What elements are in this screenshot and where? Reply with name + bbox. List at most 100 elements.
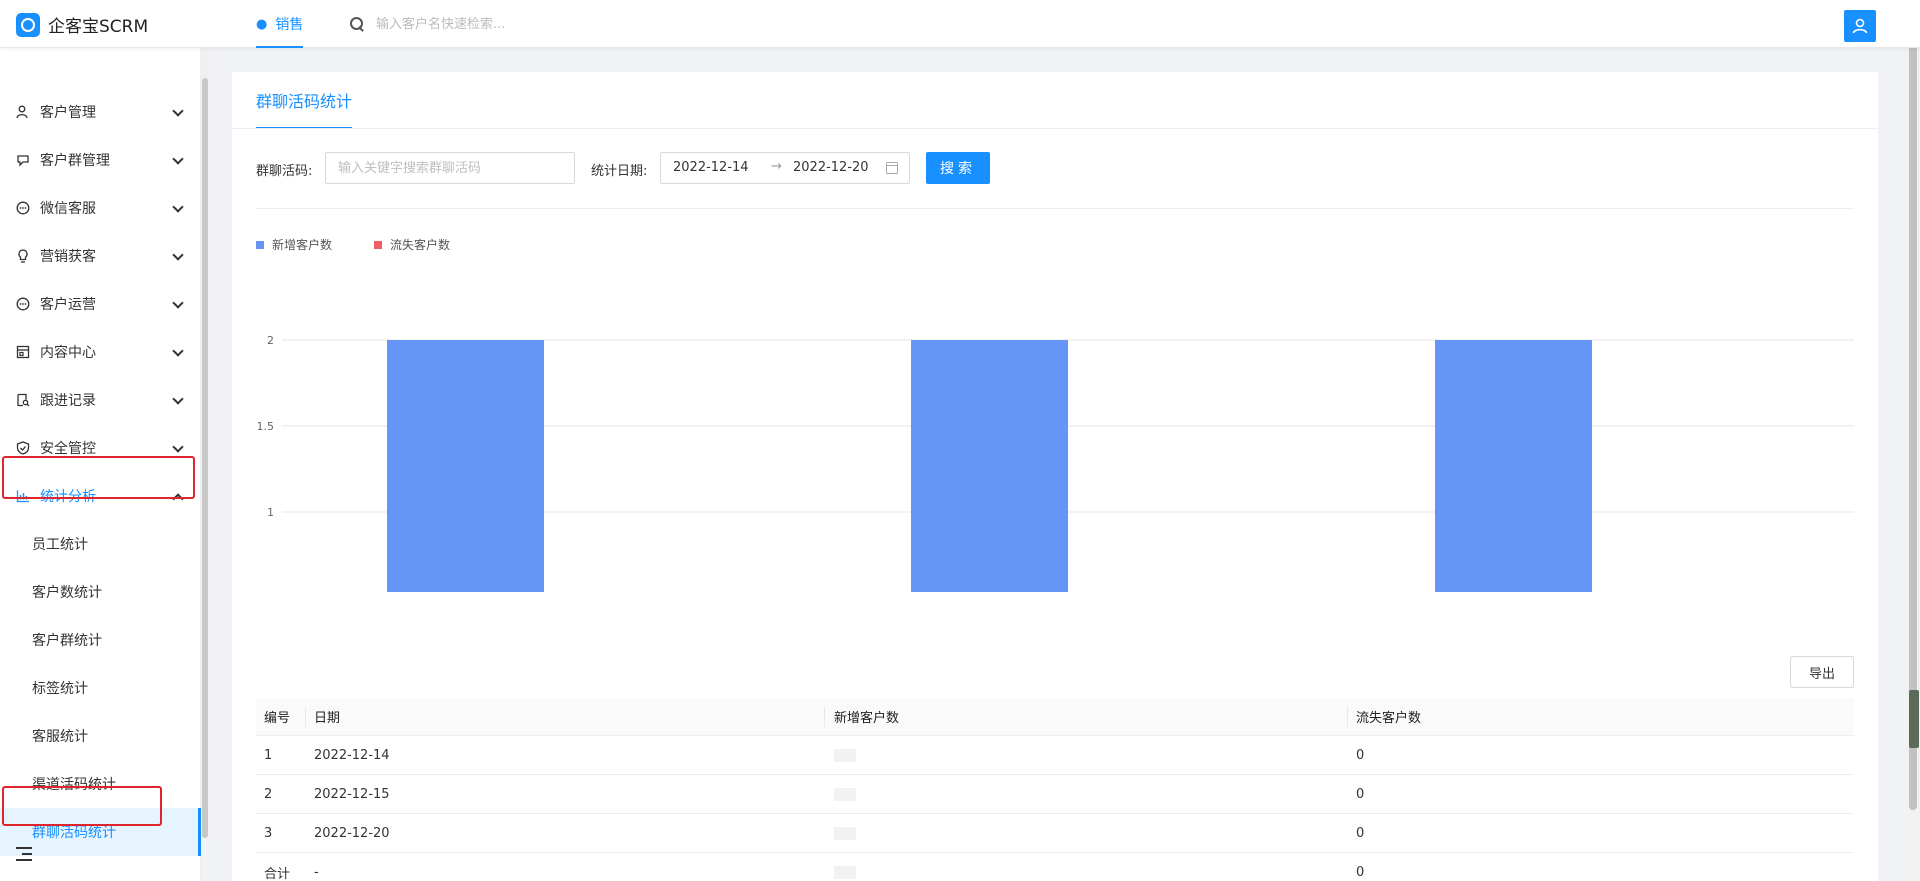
app-title: 企客宝SCRM bbox=[48, 17, 149, 37]
bulb-icon bbox=[16, 249, 30, 263]
sidebar-subitem-label: 标签统计 bbox=[32, 681, 88, 697]
sidebar-subitem-customer-count-stats[interactable]: 客户数统计 bbox=[0, 568, 201, 616]
page-title[interactable]: 群聊活码统计 bbox=[256, 72, 353, 129]
legend-label-lost: 流失客户数 bbox=[390, 238, 451, 252]
legend-swatch-new bbox=[256, 240, 264, 249]
cell-date: 2022-12-14 bbox=[314, 747, 390, 763]
sidebar-subitem-label: 客户群统计 bbox=[32, 633, 102, 649]
sidebar-subitem-service-stats[interactable]: 客服统计 bbox=[0, 712, 201, 760]
sidebar-subitem-label: 员工统计 bbox=[32, 537, 88, 553]
cell-new-redacted bbox=[834, 749, 856, 762]
sidebar-item-marketing[interactable]: 营销获客 bbox=[0, 232, 196, 280]
sidebar-item-security[interactable]: 安全管控 bbox=[0, 424, 196, 472]
user-icon bbox=[1852, 18, 1868, 34]
chevron-down-icon bbox=[172, 153, 184, 165]
table-row: 2 2022-12-15 0 bbox=[256, 775, 1854, 814]
sidebar-item-customer-management[interactable]: 客户管理 bbox=[0, 88, 196, 136]
sidebar-item-label: 跟进记录 bbox=[40, 393, 96, 409]
sidebar-subitem-tag-stats[interactable]: 标签统计 bbox=[0, 664, 201, 712]
wechat-icon: ● bbox=[256, 16, 268, 32]
bar-new-2022-12-15[interactable] bbox=[911, 340, 1068, 592]
record-icon bbox=[16, 393, 30, 407]
column-separator bbox=[1347, 707, 1348, 727]
chevron-down-icon bbox=[172, 441, 184, 453]
sidebar-subitem-label: 渠道活码统计 bbox=[32, 777, 116, 793]
user-avatar-button[interactable] bbox=[1844, 10, 1876, 42]
customer-search-input[interactable] bbox=[376, 16, 676, 32]
bar-new-2022-12-14[interactable] bbox=[387, 340, 544, 592]
table-header-date: 日期 bbox=[314, 711, 341, 726]
sidebar-item-label: 统计分析 bbox=[40, 489, 96, 505]
cell-new-redacted bbox=[834, 827, 856, 840]
title-divider bbox=[232, 128, 1878, 129]
customer-search bbox=[350, 12, 676, 36]
y-tick-label: 1.5 bbox=[257, 420, 275, 433]
cell-total-label: 合计 bbox=[264, 866, 291, 881]
chevron-down-icon bbox=[172, 297, 184, 309]
sidebar-subitem-channel-code-stats[interactable]: 渠道活码统计 bbox=[0, 760, 201, 808]
sidebar-scrollbar-thumb[interactable] bbox=[202, 78, 208, 838]
sidebar-subitem-label: 群聊活码统计 bbox=[32, 825, 116, 841]
chevron-down-icon bbox=[172, 201, 184, 213]
app-logo[interactable]: 企客宝SCRM bbox=[16, 12, 148, 37]
table-row: 1 2022-12-14 0 bbox=[256, 736, 1854, 775]
export-button[interactable]: 导出 bbox=[1790, 656, 1854, 688]
sidebar-scrollbar[interactable] bbox=[201, 48, 209, 838]
group-code-label: 群聊活码: bbox=[256, 164, 313, 179]
date-end[interactable]: 2022-12-20 bbox=[793, 160, 869, 175]
legend-item-lost[interactable]: 流失客户数 bbox=[374, 236, 450, 253]
search-button[interactable]: 搜索 bbox=[926, 152, 990, 184]
cell-id: 3 bbox=[264, 825, 273, 841]
cell-new-redacted bbox=[834, 788, 856, 801]
sidebar-subitem-group-stats[interactable]: 客户群统计 bbox=[0, 616, 201, 664]
column-separator bbox=[305, 707, 306, 727]
column-separator bbox=[824, 707, 825, 727]
cell-new-redacted bbox=[834, 866, 856, 879]
table-header-id: 编号 bbox=[264, 711, 291, 726]
sidebar-subitem-staff-stats[interactable]: 员工统计 bbox=[0, 520, 201, 568]
cell-total-lost: 0 bbox=[1356, 864, 1365, 880]
sidebar-item-label: 客户运营 bbox=[40, 297, 96, 313]
legend-item-new[interactable]: 新增客户数 bbox=[256, 236, 332, 253]
bar-new-2022-12-20[interactable] bbox=[1435, 340, 1592, 592]
legend-label-new: 新增客户数 bbox=[272, 238, 333, 252]
table-header-new: 新增客户数 bbox=[834, 711, 900, 726]
sidebar-item-operations[interactable]: 客户运营 bbox=[0, 280, 196, 328]
date-range-picker[interactable]: 2022-12-14 → 2022-12-20 bbox=[660, 152, 910, 184]
sidebar-item-content[interactable]: 内容中心 bbox=[0, 328, 196, 376]
table-total-row: 合计 - 0 bbox=[256, 853, 1854, 881]
sidebar-item-statistics[interactable]: 统计分析 bbox=[0, 472, 196, 520]
top-bar: 企客宝SCRM ● 销售 bbox=[0, 0, 1920, 48]
user-icon bbox=[16, 105, 30, 119]
search-icon[interactable] bbox=[350, 17, 364, 31]
group-code-search-input[interactable] bbox=[325, 152, 575, 184]
chevron-down-icon bbox=[172, 393, 184, 405]
message-icon bbox=[16, 201, 30, 215]
chevron-down-icon bbox=[172, 345, 184, 357]
sidebar-item-label: 客户群管理 bbox=[40, 153, 110, 169]
cell-id: 2 bbox=[264, 786, 273, 802]
main-card: 群聊活码统计 群聊活码: 统计日期: 2022-12-14 → 2022-12-… bbox=[232, 72, 1878, 881]
tab-sales[interactable]: ● 销售 bbox=[256, 0, 304, 48]
cell-date: 2022-12-15 bbox=[314, 786, 390, 802]
floating-widget[interactable] bbox=[1909, 690, 1919, 748]
table-row: 3 2022-12-20 0 bbox=[256, 814, 1854, 853]
bar-chart: 00.511.522022-12-142022-12-152022-12-20 bbox=[257, 334, 1854, 592]
sidebar-item-follow-up[interactable]: 跟进记录 bbox=[0, 376, 196, 424]
shield-icon bbox=[16, 441, 30, 455]
filter-divider bbox=[256, 208, 1854, 209]
cell-id: 1 bbox=[264, 747, 273, 763]
date-start[interactable]: 2022-12-14 bbox=[673, 160, 749, 175]
cell-lost: 0 bbox=[1356, 747, 1365, 763]
sidebar-item-label: 内容中心 bbox=[40, 345, 96, 361]
tab-sales-label: 销售 bbox=[275, 17, 304, 33]
menu-collapse-icon[interactable] bbox=[16, 847, 32, 861]
sidebar-item-wechat-service[interactable]: 微信客服 bbox=[0, 184, 196, 232]
cell-total-date: - bbox=[314, 864, 319, 880]
page-scrollbar[interactable] bbox=[1906, 0, 1920, 881]
sidebar-item-group-management[interactable]: 客户群管理 bbox=[0, 136, 196, 184]
legend-swatch-lost bbox=[374, 240, 382, 249]
cell-lost: 0 bbox=[1356, 825, 1365, 841]
message-icon bbox=[16, 297, 30, 311]
bar-chart-icon bbox=[16, 489, 30, 503]
